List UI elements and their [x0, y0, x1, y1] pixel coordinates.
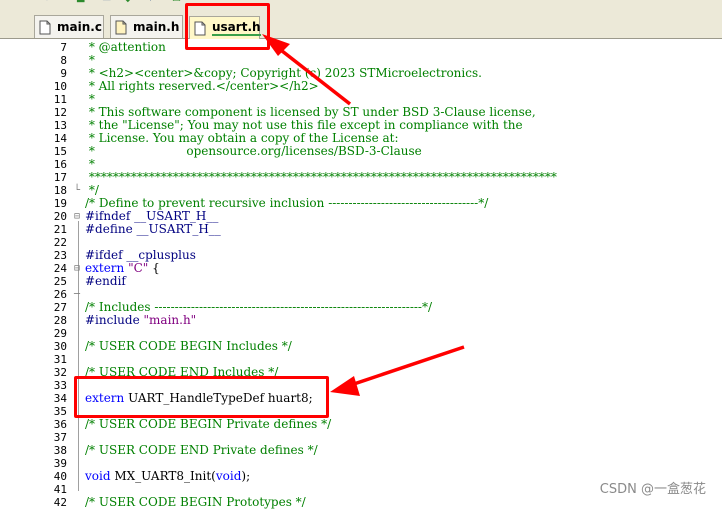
watermark: CSDN @一盒葱花 [599, 482, 706, 497]
arrow-to-extern [330, 345, 465, 396]
arrow-to-tab [262, 34, 352, 106]
annotation-arrows [262, 34, 465, 396]
